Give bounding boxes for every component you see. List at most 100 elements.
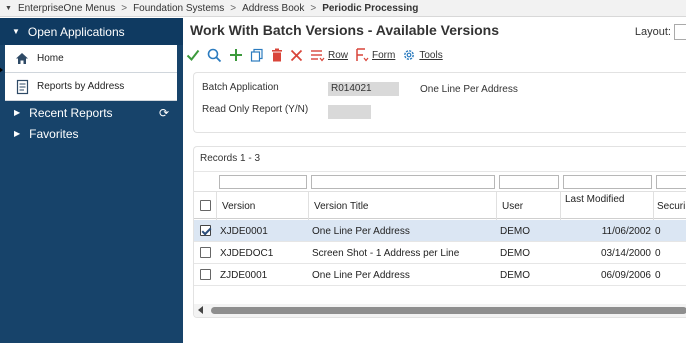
column-header-version[interactable]: Version: [222, 202, 255, 212]
delete-button[interactable]: [271, 46, 283, 64]
breadcrumb-separator: >: [310, 2, 317, 14]
cell-version: ZJDE0001: [220, 270, 268, 281]
sidebar-section-favorites[interactable]: ▶ Favorites: [0, 123, 183, 144]
row-menu-label: Row: [328, 49, 349, 61]
form-menu-label: Form: [372, 49, 396, 61]
cell-last-modified: 03/14/2000: [600, 248, 651, 259]
table-row[interactable]: XJDE0001 One Line Per Address DEMO 11/06…: [194, 220, 686, 242]
add-button[interactable]: [229, 46, 243, 64]
breadcrumb-separator: >: [230, 2, 237, 14]
favorites-label: Favorites: [29, 126, 79, 141]
cell-version: XJDEDOC1: [220, 248, 274, 259]
sidebar-item-home[interactable]: Home: [5, 45, 177, 73]
column-header-version-title[interactable]: Version Title: [314, 202, 368, 212]
row-checkbox[interactable]: [200, 269, 211, 280]
breadcrumb-item-current: Periodic Processing: [322, 2, 419, 14]
layout-label: Layout:: [634, 26, 671, 38]
batch-application-description: One Line Per Address: [420, 84, 518, 95]
breadcrumb-separator: >: [121, 2, 128, 14]
tools-menu-button[interactable]: Tools: [402, 46, 443, 64]
cell-security: 0: [655, 248, 661, 259]
batch-application-field: R014021: [328, 82, 399, 96]
row-menu-icon: [311, 50, 325, 62]
copy-icon: [250, 48, 263, 62]
form-menu-icon: [356, 48, 369, 62]
filter-row: [194, 171, 686, 191]
check-icon: [186, 49, 200, 62]
column-header-last-modified[interactable]: Last Modified: [565, 195, 625, 205]
user-filter-input[interactable]: [499, 175, 559, 189]
cell-user: DEMO: [500, 248, 530, 259]
row-checkbox[interactable]: [200, 225, 211, 236]
batch-versions-grid: Records 1 - 3 Version Version Title User…: [193, 146, 686, 318]
pointer-marker-icon: [0, 66, 3, 74]
menu-caret-icon[interactable]: ▼: [5, 5, 12, 12]
search-icon: [207, 48, 222, 62]
cell-last-modified: 11/06/2002: [601, 226, 651, 237]
tools-menu-label: Tools: [419, 49, 443, 61]
read-only-report-field: [328, 105, 371, 119]
expand-triangle-icon: ▶: [14, 108, 21, 117]
column-header-row: Version Version Title User Last Modified…: [194, 191, 686, 220]
main-panel: Work With Batch Versions - Available Ver…: [183, 18, 686, 343]
breadcrumb-item-address-book[interactable]: Address Book: [242, 3, 304, 14]
open-applications-header[interactable]: ▼ Open Applications: [0, 18, 183, 45]
breadcrumb-item-menus[interactable]: EnterpriseOne Menus: [18, 3, 115, 14]
horizontal-scrollbar[interactable]: [194, 304, 686, 317]
column-divider: [496, 192, 497, 220]
expand-triangle-icon: ▶: [14, 129, 21, 138]
version-filter-input[interactable]: [219, 175, 307, 189]
scrollbar-thumb[interactable]: [211, 307, 686, 314]
column-divider: [216, 192, 217, 220]
cell-security: 0: [655, 226, 661, 237]
sidebar-item-reports-by-address[interactable]: Reports by Address: [5, 73, 177, 101]
column-header-user[interactable]: User: [502, 202, 523, 212]
table-row[interactable]: ZJDE0001 One Line Per Address DEMO 06/09…: [194, 264, 686, 286]
toolbar: Row Form Tools: [183, 44, 686, 66]
row-checkbox[interactable]: [200, 247, 211, 258]
refresh-icon[interactable]: ⟳: [159, 106, 169, 120]
row-menu-button[interactable]: Row: [310, 46, 348, 64]
cell-version: XJDE0001: [220, 226, 268, 237]
batch-application-label: Batch Application: [202, 82, 279, 93]
breadcrumb-item-foundation[interactable]: Foundation Systems: [133, 3, 224, 14]
document-icon: [13, 79, 31, 95]
cell-version-title: One Line Per Address: [312, 270, 410, 281]
select-all-checkbox[interactable]: [200, 200, 211, 211]
open-applications-label: Open Applications: [27, 24, 125, 39]
sidebar: ▼ Open Applications Home Reports by Addr…: [0, 18, 183, 343]
gear-icon: [404, 50, 415, 60]
copy-button[interactable]: [250, 46, 264, 64]
page-title: Work With Batch Versions - Available Ver…: [190, 22, 500, 38]
column-divider: [308, 192, 309, 220]
records-count: Records 1 - 3: [200, 153, 261, 164]
scroll-left-icon[interactable]: [198, 306, 203, 314]
cell-security: 0: [655, 270, 661, 281]
close-button[interactable]: [290, 46, 303, 64]
version-title-filter-input[interactable]: [311, 175, 495, 189]
sidebar-item-label: Home: [37, 53, 64, 64]
security-filter-input[interactable]: [656, 175, 686, 189]
home-icon: [13, 52, 31, 65]
close-icon: [290, 49, 303, 61]
cell-user: DEMO: [500, 226, 530, 237]
trash-icon: [272, 48, 282, 62]
column-header-security[interactable]: Securi: [657, 202, 685, 212]
table-row[interactable]: XJDEDOC1 Screen Shot - 1 Address per Lin…: [194, 242, 686, 264]
column-divider: [560, 192, 561, 220]
layout-dropdown[interactable]: [674, 24, 686, 40]
form-menu-button[interactable]: Form: [355, 46, 395, 64]
layout-selector[interactable]: Layout:: [635, 24, 686, 40]
breadcrumb: ▼ EnterpriseOne Menus > Foundation Syste…: [0, 0, 686, 17]
last-modified-filter-input[interactable]: [563, 175, 652, 189]
sidebar-section-recent-reports[interactable]: ▶ Recent Reports ⟳: [0, 102, 183, 123]
read-only-report-label: Read Only Report (Y/N): [202, 104, 309, 115]
cell-last-modified: 06/09/2006: [600, 270, 651, 281]
select-button[interactable]: [186, 46, 200, 64]
header-panel: Batch Application R014021 One Line Per A…: [193, 72, 686, 133]
cell-user: DEMO: [500, 270, 530, 281]
find-button[interactable]: [207, 46, 222, 64]
recent-reports-label: Recent Reports: [29, 105, 113, 120]
sidebar-item-label: Reports by Address: [37, 81, 125, 92]
column-divider: [653, 192, 654, 220]
